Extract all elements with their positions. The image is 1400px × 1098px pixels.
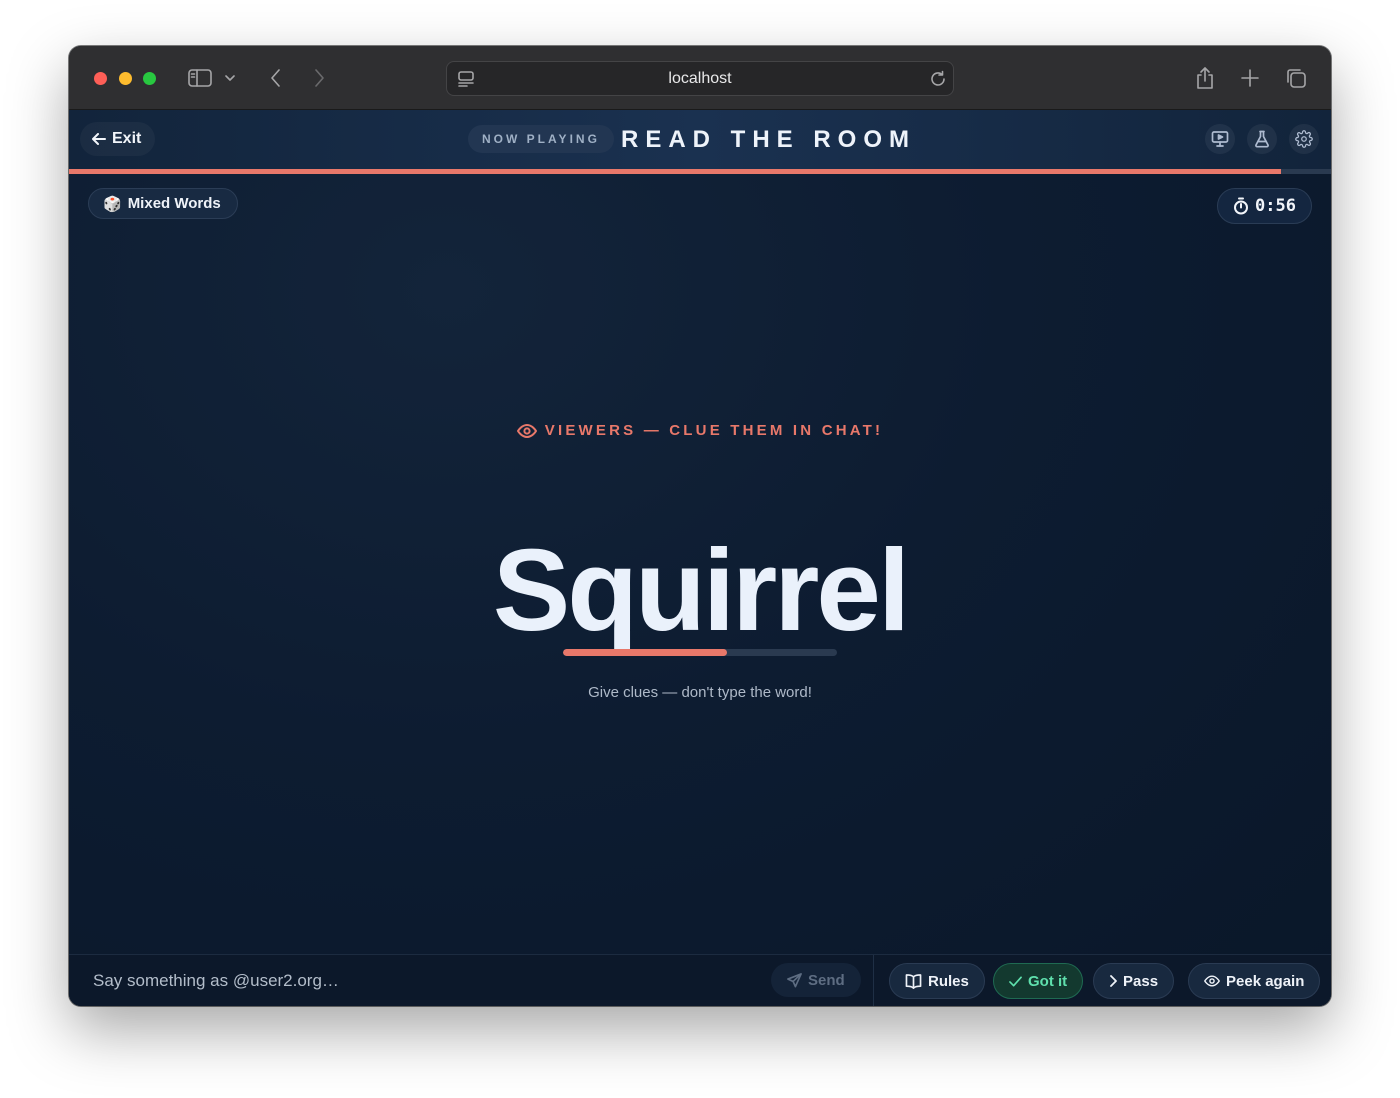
viewers-prompt: VIEWERS — CLUE THEM IN CHAT! — [69, 422, 1331, 439]
share-icon[interactable] — [1191, 64, 1219, 92]
pass-label: Pass — [1123, 972, 1159, 990]
viewers-prompt-text: VIEWERS — CLUE THEM IN CHAT! — [544, 422, 884, 439]
rules-label: Rules — [928, 972, 969, 990]
stopwatch-icon — [1234, 197, 1249, 215]
bottom-bar: Send Rules Got it Pass Peek again — [69, 954, 1331, 1006]
arrow-left-icon — [92, 133, 106, 145]
new-tab-icon[interactable] — [1236, 64, 1264, 92]
round-progress-bar — [69, 169, 1331, 174]
browser-toolbar: localhost — [69, 46, 1331, 110]
pass-button[interactable]: Pass — [1093, 963, 1175, 999]
mode-badge[interactable]: 🎲 Mixed Words — [88, 188, 238, 219]
chevron-right-icon — [1110, 975, 1117, 987]
sidebar-toggle-icon[interactable] — [186, 64, 214, 92]
chevron-down-icon[interactable] — [220, 64, 240, 92]
tab-overview-icon[interactable] — [1282, 64, 1310, 92]
send-button[interactable]: Send — [771, 963, 861, 997]
peek-label: Peek again — [1226, 972, 1305, 990]
got-it-button[interactable]: Got it — [993, 963, 1084, 999]
zoom-window-button[interactable] — [143, 72, 156, 85]
peek-again-button[interactable]: Peek again — [1188, 963, 1321, 999]
reload-icon[interactable] — [924, 65, 952, 93]
check-icon — [1009, 975, 1022, 987]
timer-badge: 0:56 — [1217, 188, 1312, 224]
book-icon — [905, 973, 922, 989]
hint-text: Give clues — don't type the word! — [588, 684, 812, 701]
dice-icon: 🎲 — [103, 195, 122, 213]
send-label: Send — [808, 971, 845, 989]
app-header: Exit NOW PLAYING READ THE ROOM — [69, 110, 1331, 170]
round-progress-fill — [69, 169, 1281, 174]
divider — [873, 955, 874, 1006]
game-title: READ THE ROOM — [621, 126, 916, 153]
secret-word: Squirrel — [492, 525, 910, 655]
chat-input[interactable] — [81, 961, 761, 1001]
rules-button[interactable]: Rules — [889, 963, 985, 999]
exit-button[interactable]: Exit — [80, 122, 156, 156]
minimize-window-button[interactable] — [119, 72, 132, 85]
now-playing-badge: NOW PLAYING — [468, 125, 614, 153]
browser-window: localhost Exit NOW PLAYING READ THE ROOM — [69, 46, 1331, 1006]
game-app: Exit NOW PLAYING READ THE ROOM 🎲 Mixed W… — [69, 110, 1331, 1006]
close-window-button[interactable] — [94, 72, 107, 85]
address-bar[interactable]: localhost — [446, 61, 954, 96]
got-it-label: Got it — [1028, 972, 1068, 990]
eye-icon — [1204, 975, 1220, 987]
url-text[interactable]: localhost — [447, 62, 953, 96]
exit-label: Exit — [112, 130, 142, 147]
flask-icon[interactable] — [1247, 124, 1277, 154]
presentation-icon[interactable] — [1205, 124, 1235, 154]
gear-icon[interactable] — [1289, 124, 1319, 154]
word-progress-bar — [563, 649, 837, 656]
mode-label: Mixed Words — [127, 195, 221, 212]
eye-icon — [516, 423, 537, 438]
word-progress-fill — [563, 649, 728, 656]
timer-value: 0:56 — [1255, 196, 1296, 216]
back-arrow-icon[interactable] — [262, 64, 290, 92]
send-icon — [787, 972, 802, 987]
forward-arrow-icon[interactable] — [305, 64, 333, 92]
